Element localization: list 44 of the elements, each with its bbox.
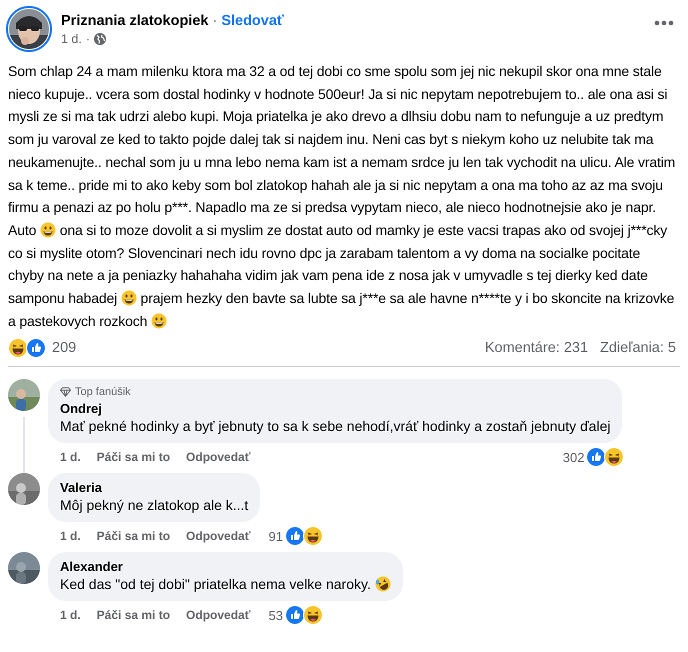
post-time[interactable]: 1 d. <box>61 32 82 46</box>
page-name[interactable]: Priznania zlatokopiek <box>61 12 208 28</box>
reaction-count[interactable]: 302 <box>562 450 584 465</box>
reaction-count[interactable]: 53 <box>268 608 283 623</box>
reaction-count[interactable]: 209 <box>52 340 76 356</box>
like-link[interactable]: Páči sa mi to <box>96 608 170 622</box>
like-link[interactable]: Páči sa mi to <box>96 529 170 544</box>
reply-link[interactable]: Odpovedať <box>186 529 250 544</box>
comment-author[interactable]: Ondrej <box>60 401 610 416</box>
follow-link[interactable]: Sledovať <box>221 12 284 28</box>
top-fan-label: Top fanúšik <box>75 386 131 398</box>
comment-author[interactable]: Valeria <box>60 480 248 496</box>
grinning-emoji-icon <box>151 312 167 329</box>
comment-time[interactable]: 1 d. <box>60 450 81 464</box>
like-reaction-icon <box>26 338 46 358</box>
reaction-count[interactable]: 91 <box>268 528 283 544</box>
comment-text: Ked das "od tej dobi" priatelka nema velke naroky. <box>60 575 391 594</box>
separator: · <box>212 12 218 28</box>
grinning-emoji-icon <box>120 290 137 306</box>
separator: · <box>86 32 90 46</box>
comment-time[interactable]: 1 d. <box>60 529 81 544</box>
page-avatar[interactable] <box>6 6 52 52</box>
reply-link[interactable]: Odpovedať <box>186 450 250 464</box>
haha-reaction-icon <box>8 338 28 358</box>
like-link[interactable]: Páči sa mi to <box>96 450 170 464</box>
shares-count[interactable]: Zdieľania: 5 <box>600 340 676 356</box>
comment-text: Mať pekné hodinky a byť jebnuty to sa k sebe nehodí,vráť hodinky a zostaň jebnuty ďalej <box>60 417 610 436</box>
like-reaction-icon <box>284 526 305 546</box>
comment-author[interactable]: Alexander <box>60 559 391 574</box>
haha-reaction-icon <box>302 605 323 626</box>
globe-icon <box>94 32 106 44</box>
comment-text: Môj pekný ne zlatokop ale k...t <box>60 496 248 516</box>
haha-reaction-icon <box>604 447 624 468</box>
reply-link[interactable]: Odpovedať <box>186 608 250 622</box>
diamond-icon <box>60 387 71 398</box>
post-text: Som chlap 24 a mam milenku ktora ma 32 a od tej dobi co sme spolu som jej nic nekupil skor ona mne stale nieco kupuje.. vcera som dostal hodinky v hodnote 500eur! Ja si nic nepytam nepotrebujem to.. ale ona asi si mysli ze si ma tak udrzi alebo kupi. Moja priatelka je ako drevo a dlhsiu dobu nam to nefunguje a uz predtym som ju varoval ze ked to takto pojde dalej tak si najdem inu. Neni cas byt s niekym koho uz nelubite tak ma neukamenujte.. nechal som ju u mna lebo nema kam ist a nemam srdce ju len tak vychodit na ulicu. Ale vratim sa k teme.. pride mi to ako keby som bol zlatokop hahah ale ja si nic nepytam a ona ma toho az az ma svoju firmu a penazi az po holu p***. Napadlo ma ze si predsa vypytam nieco, ale nieco hodnotnejsie ako je napr. Auto ona si to moze dovolit a si myslim ze dostat auto od mamky je este vacsi trapas ako od svojej j***cky co si myslite otom? Slovencinari nech idu rovno dpc ja zarabam talentom a vy doma na socialke pocitate chyby na nete a ja peniazky hahahaha vidim jak vam pena ide z nosa jak v umyvadle s tej dierky ked date samponu habadej prajem hezky den bavte sa lubte sa j***e sa ale havne n****te y i bo skoncite na krizovke a pastekovych rozkoch <box>7 62 676 331</box>
like-reaction-icon <box>284 605 305 626</box>
comments-count[interactable]: Komentáre: 231 <box>484 340 588 356</box>
haha-reaction-icon <box>302 526 323 546</box>
comment-time[interactable]: 1 d. <box>60 608 81 622</box>
grinning-emoji-icon <box>40 222 56 238</box>
more-options-icon[interactable] <box>654 20 674 26</box>
laughing-tears-emoji-icon <box>374 576 391 592</box>
like-reaction-icon <box>586 447 606 468</box>
